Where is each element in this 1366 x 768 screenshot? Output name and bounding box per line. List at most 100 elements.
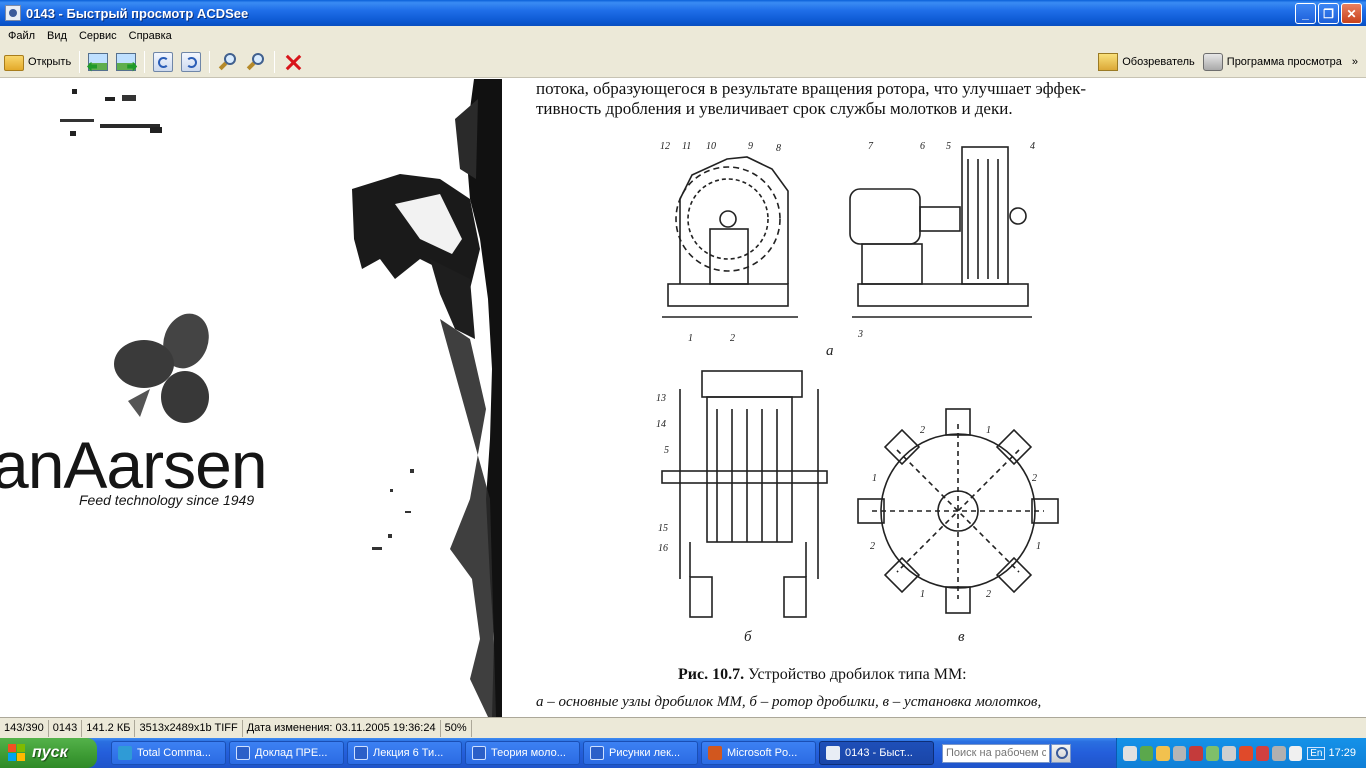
task-label: Теория моло... <box>491 747 566 759</box>
scanned-book-page: потока, образующегося в результате враще… <box>502 79 1366 717</box>
tray-app-icon[interactable] <box>1288 745 1303 761</box>
caption-buttons: _ ❐ ✕ <box>1295 3 1362 24</box>
start-button[interactable]: пуск <box>0 738 97 768</box>
figure-10-7-drawing: 12 11 10 9 8 7 6 5 4 1 2 3 а 13 14 5 15 <box>656 141 1059 645</box>
fig-a-label-12: 12 <box>660 141 670 152</box>
language-indicator[interactable]: En <box>1307 746 1326 760</box>
tray-app-icon[interactable] <box>1272 745 1286 761</box>
fig-a-label-10: 10 <box>706 141 716 152</box>
fig-c-label-2-left: 2 <box>870 541 875 552</box>
status-zoom: 50% <box>441 719 472 737</box>
toolbar-separator <box>144 50 146 73</box>
fig-letter-c: в <box>958 629 965 645</box>
close-button[interactable]: ✕ <box>1341 3 1362 24</box>
fig-c-label-2-top: 2 <box>920 425 925 436</box>
scanned-photo: anAarsen Feed technology since 1949 <box>0 79 502 717</box>
next-image-button[interactable] <box>112 49 140 75</box>
status-bar: 143/390 0143 141.2 КБ 3513x2489x1b TIFF … <box>0 717 1366 738</box>
menu-help[interactable]: Справка <box>123 30 178 42</box>
rotate-left-button[interactable] <box>149 49 177 75</box>
fig-b-label-5: 5 <box>664 445 669 456</box>
figure-caption-number: Рис. 10.7. <box>678 666 745 683</box>
tray-app-icon[interactable] <box>1139 745 1154 761</box>
scanned-photo-graphic <box>60 79 502 717</box>
system-clock[interactable]: 17:29 <box>1328 747 1356 759</box>
search-icon[interactable] <box>1051 743 1071 763</box>
previous-image-button[interactable] <box>84 49 112 75</box>
fig-letter-a: а <box>826 343 834 359</box>
browser-label: Обозреватель <box>1122 55 1195 68</box>
menu-view[interactable]: Вид <box>41 30 73 42</box>
fig-a-label-11: 11 <box>682 141 691 152</box>
task-doc-lekciya[interactable]: Лекция 6 Ти... <box>347 741 462 765</box>
rotate-right-button[interactable] <box>177 49 205 75</box>
task-label: Лекция 6 Ти... <box>373 747 444 759</box>
fig-c-label-2-right: 2 <box>1032 473 1037 484</box>
fig-a-label-8: 8 <box>776 143 781 154</box>
minimize-button[interactable]: _ <box>1295 3 1316 24</box>
menu-bar: Файл Вид Сервис Справка <box>0 26 1366 46</box>
word-document-icon <box>236 746 250 760</box>
browser-button[interactable]: Обозреватель <box>1094 49 1199 75</box>
acdsee-app-icon[interactable] <box>5 5 21 21</box>
task-total-commander[interactable]: Total Comma... <box>111 741 226 765</box>
status-filesize: 141.2 КБ <box>82 719 136 737</box>
fig-a-label-5: 5 <box>946 141 951 152</box>
fig-a-label-1: 1 <box>688 333 693 344</box>
open-button[interactable]: Открыть <box>0 49 75 75</box>
zoom-out-button[interactable] <box>242 49 270 75</box>
word-document-icon <box>354 746 368 760</box>
task-powerpoint[interactable]: Microsoft Po... <box>701 741 816 765</box>
tray-app-icon[interactable] <box>1238 745 1253 761</box>
total-commander-icon <box>118 746 132 760</box>
acdsee-window: 0143 - Быстрый просмотр ACDSee _ ❐ ✕ Фай… <box>0 0 1366 738</box>
next-image-icon <box>116 52 138 72</box>
rotate-left-icon <box>153 51 174 72</box>
tray-app-icon[interactable] <box>1255 745 1270 761</box>
tray-show-desktop-icon[interactable] <box>1123 745 1137 761</box>
task-label: 0143 - Быст... <box>845 747 913 759</box>
toolbar: Открыть Обозреватель Программа просмотра… <box>0 46 1366 78</box>
tray-app-icon[interactable] <box>1222 745 1236 761</box>
browser-icon <box>1098 52 1119 71</box>
viewer-button[interactable]: Программа просмотра <box>1199 49 1346 75</box>
word-document-icon <box>472 746 486 760</box>
word-document-icon <box>590 746 604 760</box>
fig-c-label-1-right: 1 <box>1036 541 1041 552</box>
fig-b-label-16: 16 <box>658 543 668 554</box>
task-doc-risunki[interactable]: Рисунки лек... <box>583 741 698 765</box>
tray-search-icon[interactable] <box>1172 745 1187 761</box>
fig-b-label-15: 15 <box>658 523 668 534</box>
title-bar[interactable]: 0143 - Быстрый просмотр ACDSee _ ❐ ✕ <box>0 0 1366 26</box>
window-title: 0143 - Быстрый просмотр ACDSee <box>26 5 249 21</box>
tray-app-icon[interactable] <box>1205 745 1220 761</box>
task-doc-teoriya[interactable]: Теория моло... <box>465 741 580 765</box>
windows-taskbar: пуск Total Comma... Доклад ПРЕ... Лекция… <box>0 738 1366 768</box>
menu-file[interactable]: Файл <box>2 30 41 42</box>
delete-button[interactable] <box>279 49 307 75</box>
brand-tagline: Feed technology since 1949 <box>79 492 255 508</box>
figure-legend: а – основные узлы дробилок ММ, б – ротор… <box>536 694 1042 710</box>
tray-app-icon[interactable] <box>1156 745 1170 761</box>
figure-caption: Рис. 10.7. Устройство дробилок типа ММ: <box>678 666 967 684</box>
toolbar-separator <box>209 50 211 73</box>
menu-tools[interactable]: Сервис <box>73 30 123 42</box>
previous-image-icon <box>88 52 109 71</box>
fig-a-label-6: 6 <box>920 141 925 152</box>
open-label: Открыть <box>28 55 72 68</box>
task-acdsee[interactable]: 0143 - Быст... <box>819 741 934 765</box>
status-dimensions: 3513x2489x1b TIFF <box>135 719 243 737</box>
image-viewport[interactable]: anAarsen Feed technology since 1949 пото… <box>0 79 1366 717</box>
fig-a-label-9: 9 <box>748 141 753 152</box>
tray-network-icon[interactable] <box>1189 745 1203 761</box>
fig-c-label-2-bottom: 2 <box>986 589 991 600</box>
desktop-search-input[interactable] <box>942 743 1050 763</box>
fig-c-label-1-top: 1 <box>986 425 991 436</box>
status-modified-date: Дата изменения: 03.11.2005 19:36:24 <box>243 719 441 737</box>
restore-button[interactable]: ❐ <box>1318 3 1339 24</box>
task-label: Total Comma... <box>137 747 211 759</box>
zoom-in-button[interactable] <box>214 49 242 75</box>
powerpoint-icon <box>708 746 722 760</box>
toolbar-overflow-chevron[interactable]: » <box>1352 56 1358 68</box>
task-doc-doklad[interactable]: Доклад ПРЕ... <box>229 741 344 765</box>
